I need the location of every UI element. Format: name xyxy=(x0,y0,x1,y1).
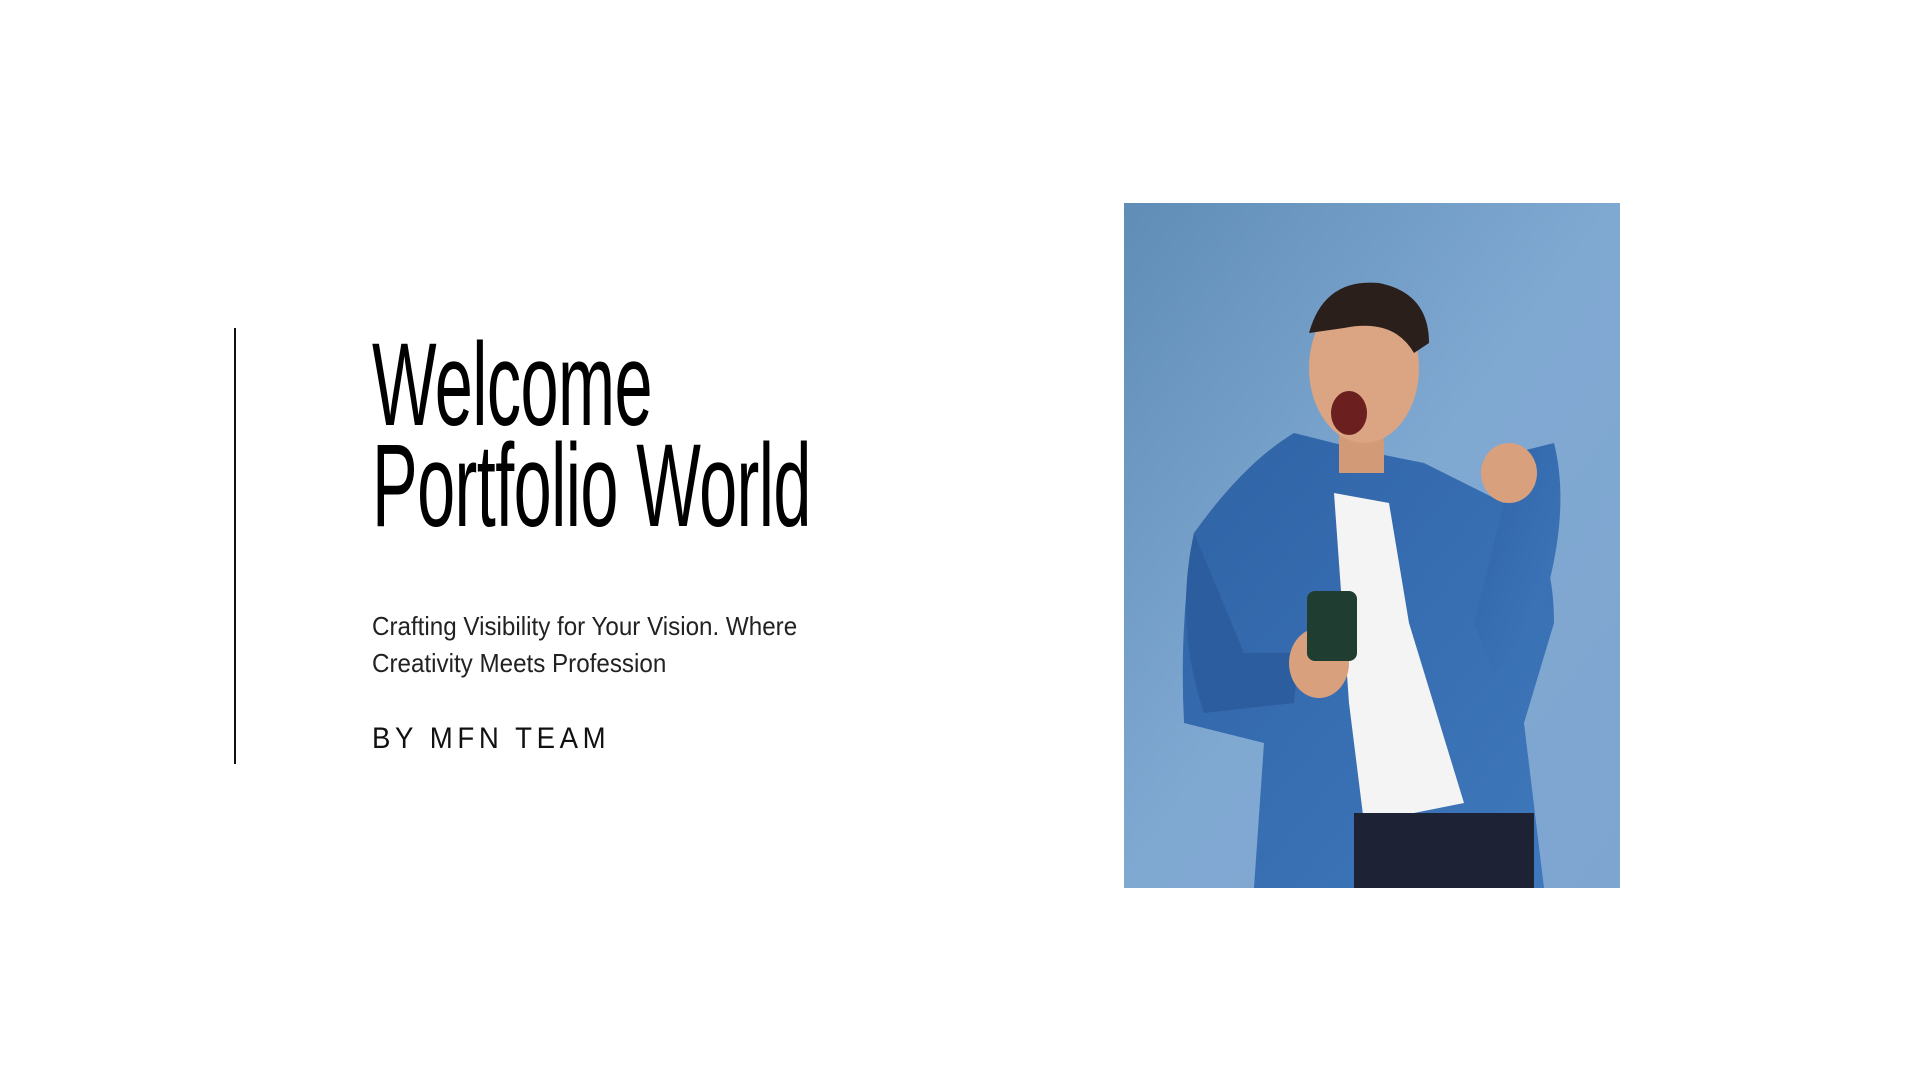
hero-photo-excited-man-with-phone xyxy=(1124,203,1620,888)
accent-vertical-line xyxy=(234,328,236,764)
title-line-2: Portfolio World xyxy=(372,420,811,552)
slide-title: Welcome Portfolio World xyxy=(372,326,811,552)
author-byline: BY MFN TEAM xyxy=(372,722,611,755)
slide-subtitle: Crafting Visibility for Your Vision. Whe… xyxy=(372,611,798,678)
